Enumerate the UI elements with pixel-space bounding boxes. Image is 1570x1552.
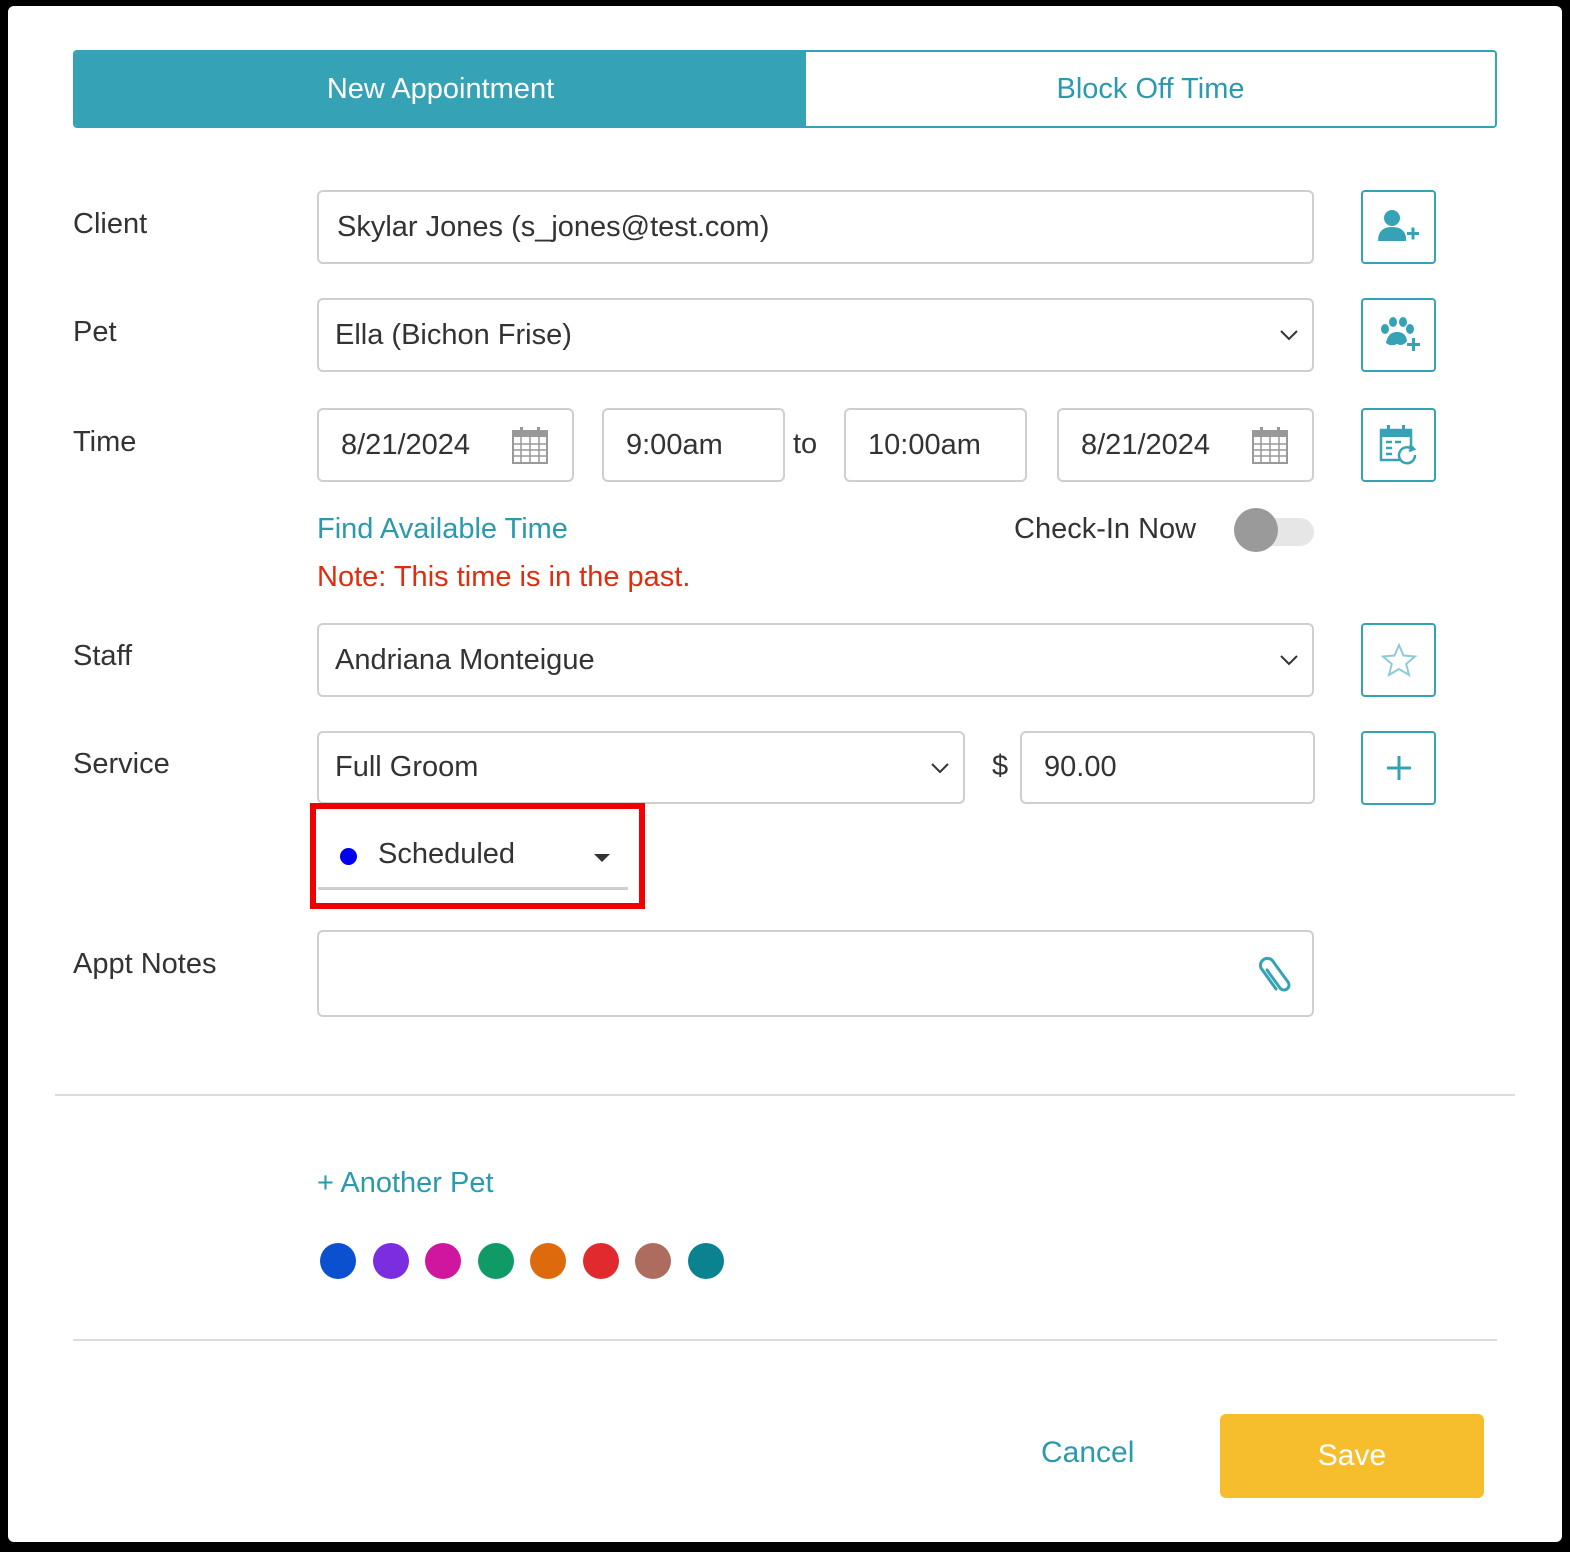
appointment-modal: New Appointment Block Off Time Client Sk… (8, 6, 1562, 1542)
end-time-input[interactable]: 10:00am (844, 408, 1027, 482)
star-icon (1380, 643, 1417, 677)
color-swatch[interactable] (530, 1243, 566, 1279)
tab-new-appointment[interactable]: New Appointment (75, 52, 806, 126)
end-date-value: 8/21/2024 (1081, 428, 1211, 461)
time-separator: to (793, 428, 818, 460)
add-client-icon (1377, 210, 1419, 241)
pet-label: Pet (73, 316, 117, 348)
client-input[interactable]: Skylar Jones (s_jones@test.com) (317, 190, 1314, 264)
tab-block-off-time[interactable]: Block Off Time (806, 52, 1495, 126)
recurring-calendar-icon (1379, 425, 1416, 465)
pet-select[interactable]: Ella (Bichon Frise) (317, 298, 1314, 372)
add-pet-icon (1380, 317, 1420, 351)
color-swatch[interactable] (582, 1243, 619, 1279)
color-swatch[interactable] (477, 1243, 514, 1279)
plus-icon (1386, 756, 1411, 780)
status-underline (318, 887, 628, 890)
add-pet-button[interactable] (1361, 298, 1436, 372)
section-divider (55, 1094, 1515, 1096)
staff-value: Andriana Monteigue (335, 643, 595, 676)
service-label: Service (73, 748, 170, 780)
color-swatch[interactable] (320, 1243, 356, 1279)
pet-value: Ella (Bichon Frise) (335, 318, 572, 351)
add-another-pet-link[interactable]: + Another Pet (317, 1167, 494, 1200)
client-value: Skylar Jones (s_jones@test.com) (337, 210, 770, 243)
start-date-value: 8/21/2024 (341, 428, 471, 461)
start-time-value: 9:00am (626, 428, 723, 461)
chevron-down-icon (1280, 655, 1298, 666)
chevron-down-icon (931, 762, 949, 773)
add-client-button[interactable] (1361, 190, 1436, 264)
caret-down-icon[interactable] (594, 854, 610, 862)
past-time-note: Note: This time is in the past. (317, 561, 691, 593)
end-date-input[interactable]: 8/21/2024 (1057, 408, 1314, 482)
add-service-button[interactable] (1361, 731, 1436, 805)
save-button[interactable]: Save (1220, 1414, 1484, 1498)
staff-select[interactable]: Andriana Monteigue (317, 623, 1314, 697)
color-swatch[interactable] (425, 1243, 461, 1279)
notes-textarea[interactable] (317, 930, 1314, 1017)
cancel-button[interactable]: Cancel (1041, 1436, 1134, 1470)
checkin-label: Check-In Now (1014, 513, 1197, 545)
status-value[interactable]: Scheduled (378, 838, 515, 871)
paperclip-icon[interactable] (1258, 956, 1292, 996)
chevron-down-icon (1280, 330, 1298, 341)
start-time-input[interactable]: 9:00am (602, 408, 785, 482)
footer-divider (73, 1339, 1497, 1341)
end-time-value: 10:00am (868, 428, 981, 461)
calendar-icon[interactable] (512, 426, 548, 464)
price-input[interactable]: 90.00 (1020, 731, 1315, 804)
calendar-icon[interactable] (1252, 426, 1288, 464)
service-select[interactable]: Full Groom (317, 731, 965, 804)
client-label: Client (73, 208, 148, 240)
start-date-input[interactable]: 8/21/2024 (317, 408, 574, 482)
currency-symbol: $ (992, 750, 1009, 782)
favorite-staff-button[interactable] (1361, 623, 1436, 697)
color-swatch[interactable] (635, 1243, 671, 1279)
price-value: 90.00 (1044, 751, 1117, 783)
service-value: Full Groom (335, 751, 479, 783)
notes-label: Appt Notes (73, 948, 217, 980)
recurring-button[interactable] (1361, 408, 1436, 482)
color-swatch[interactable] (687, 1243, 724, 1279)
tab-bar: New Appointment Block Off Time (73, 50, 1497, 128)
checkin-toggle-knob[interactable] (1234, 508, 1278, 552)
time-label: Time (73, 426, 137, 458)
staff-label: Staff (73, 640, 133, 672)
status-dot (340, 848, 357, 865)
color-swatch[interactable] (372, 1243, 409, 1279)
find-available-time-link[interactable]: Find Available Time (317, 513, 568, 546)
